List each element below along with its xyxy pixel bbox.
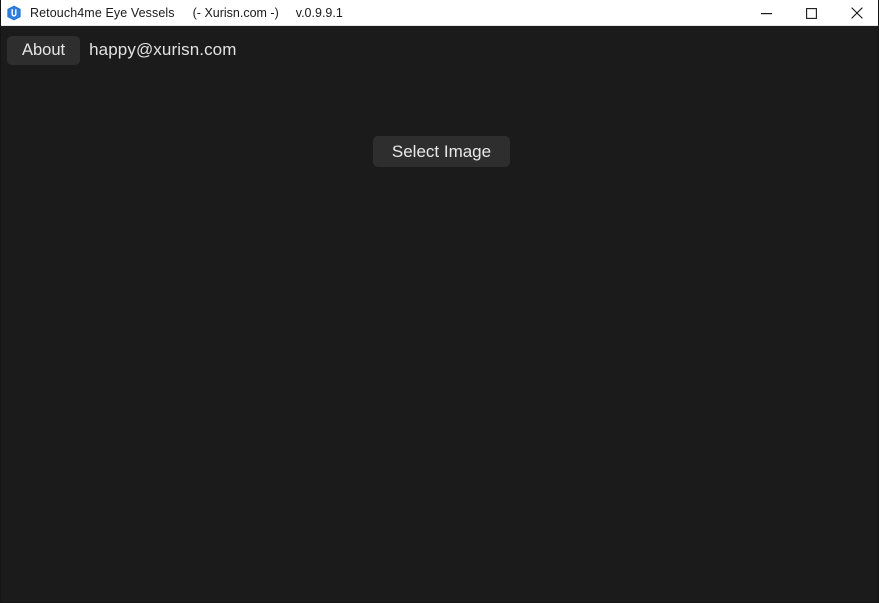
window-title-version: v.0.9.9.1 [295, 5, 343, 20]
about-button[interactable]: About [7, 35, 81, 65]
application-window: Retouch4me Eye Vessels (- Xurisn.com -) … [0, 0, 879, 603]
main-content-area: Select Image [0, 74, 879, 603]
window-title: Retouch4me Eye Vessels (- Xurisn.com -) … [30, 6, 343, 20]
title-bar[interactable]: Retouch4me Eye Vessels (- Xurisn.com -) … [0, 0, 879, 26]
menu-bar: About happy@xurisn.com [0, 26, 879, 74]
window-title-site: (- Xurisn.com -) [192, 5, 279, 20]
maximize-button[interactable] [789, 0, 834, 26]
close-icon [850, 7, 863, 19]
select-image-button[interactable]: Select Image [373, 136, 510, 167]
window-title-app: Retouch4me Eye Vessels [30, 5, 175, 20]
contact-email-label: happy@xurisn.com [89, 40, 237, 59]
maximize-icon [806, 7, 817, 19]
app-logo-icon [6, 5, 22, 21]
minimize-icon [761, 8, 772, 19]
close-button[interactable] [834, 0, 879, 26]
window-controls [744, 0, 879, 26]
minimize-button[interactable] [744, 0, 789, 26]
